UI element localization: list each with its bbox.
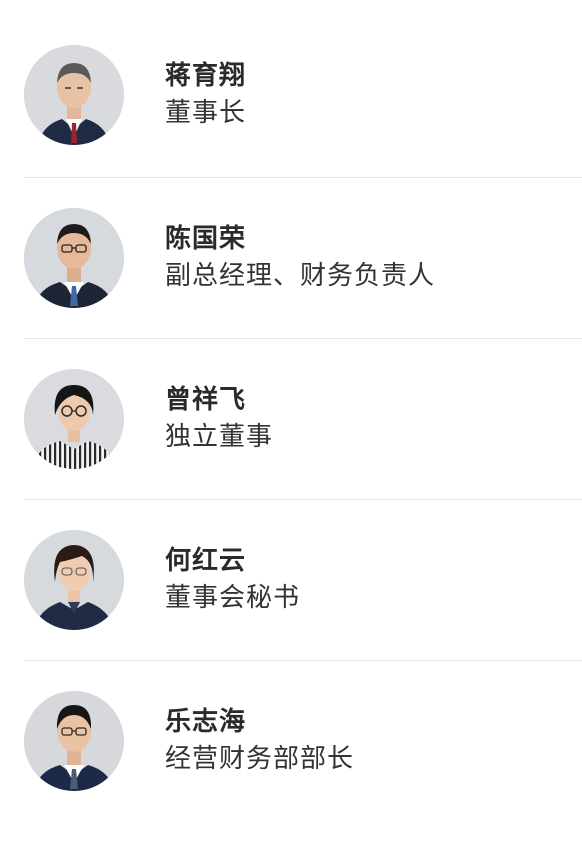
person-info: 陈国荣 副总经理、财务负责人 [165,222,435,296]
person-name: 陈国荣 [165,224,247,254]
portrait-image [24,530,124,630]
avatar [24,45,124,145]
person-role: 经营财务部部长 [165,744,355,774]
person-role: 董事会秘书 [165,583,301,613]
person-info: 何红云 董事会秘书 [165,544,300,618]
avatar [24,530,124,630]
person-role: 副总经理、财务负责人 [165,261,436,291]
person-name: 蒋育翔 [165,61,247,91]
portrait-image [24,45,124,145]
portrait-image [24,369,124,469]
person-card[interactable]: 曾祥飞 独立董事 [24,338,582,499]
avatar [24,208,124,308]
person-card[interactable]: 何红云 董事会秘书 [24,499,582,660]
portrait-image [24,691,124,791]
avatar [24,691,124,791]
person-name: 曾祥飞 [165,385,247,415]
management-list: 蒋育翔 董事长 陈国荣 副总经理、财务负责人 曾祥飞 独立董事 何红云 董事会秘… [0,0,582,821]
person-info: 曾祥飞 独立董事 [165,383,273,457]
person-card[interactable]: 蒋育翔 董事长 [24,45,582,177]
person-card[interactable]: 陈国荣 副总经理、财务负责人 [24,177,582,338]
person-info: 乐志海 经营财务部部长 [165,705,354,779]
avatar [24,369,124,469]
person-name: 乐志海 [165,707,247,737]
person-info: 蒋育翔 董事长 [165,59,246,133]
portrait-image [24,208,124,308]
person-role: 董事长 [165,98,247,128]
person-role: 独立董事 [165,422,274,452]
person-card[interactable]: 乐志海 经营财务部部长 [24,660,582,821]
person-name: 何红云 [165,546,247,576]
